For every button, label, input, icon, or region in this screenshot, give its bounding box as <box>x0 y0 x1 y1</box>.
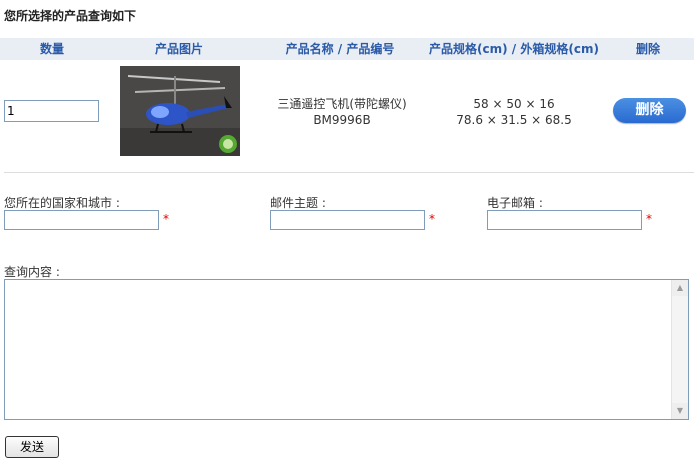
delete-button[interactable]: 删除 <box>613 98 686 123</box>
table-header: 数量 产品图片 产品名称 / 产品编号 产品规格(cm) / 外箱规格(cm) … <box>0 38 694 60</box>
subject-input[interactable] <box>270 210 425 230</box>
divider <box>4 172 694 173</box>
product-spec-cell: 58 × 50 × 16 78.6 × 31.5 × 68.5 <box>426 96 602 128</box>
email-input[interactable] <box>487 210 642 230</box>
textarea-scrollbar[interactable]: ▲ ▼ <box>671 280 688 419</box>
header-quantity: 数量 <box>39 42 64 56</box>
scroll-down-icon[interactable]: ▼ <box>672 403 688 419</box>
required-mark: * <box>429 212 435 226</box>
product-image <box>120 66 240 156</box>
helicopter-image <box>120 66 240 156</box>
header-delete: 删除 <box>635 42 660 56</box>
content-label: 查询内容 : <box>4 265 60 279</box>
country-city-input[interactable] <box>4 210 159 230</box>
product-name-cell: 三通遥控飞机(带陀螺仪) BM9996B <box>254 96 430 128</box>
product-code: BM9996B <box>313 113 371 127</box>
scroll-up-icon[interactable]: ▲ <box>672 280 688 296</box>
page-title: 您所选择的产品查询如下 <box>4 9 137 23</box>
product-size: 58 × 50 × 16 <box>473 97 555 111</box>
subject-label: 邮件主题 : <box>270 196 326 210</box>
product-name: 三通遥控飞机(带陀螺仪) <box>277 97 407 111</box>
required-mark: * <box>646 212 652 226</box>
table-row: 三通遥控飞机(带陀螺仪) BM9996B 58 × 50 × 16 78.6 ×… <box>0 60 694 172</box>
submit-button[interactable]: 发送 <box>5 436 59 458</box>
header-name-code: 产品名称 / 产品编号 <box>285 42 395 56</box>
quantity-input[interactable] <box>4 100 99 122</box>
header-image: 产品图片 <box>154 42 203 56</box>
email-label: 电子邮箱 : <box>487 196 543 210</box>
carton-size: 78.6 × 31.5 × 68.5 <box>456 113 572 127</box>
content-textarea[interactable]: ▲ ▼ <box>4 279 689 420</box>
country-city-label: 您所在的国家和城市 : <box>4 196 120 210</box>
required-mark: * <box>163 212 169 226</box>
header-spec: 产品规格(cm) / 外箱规格(cm) <box>429 42 599 56</box>
